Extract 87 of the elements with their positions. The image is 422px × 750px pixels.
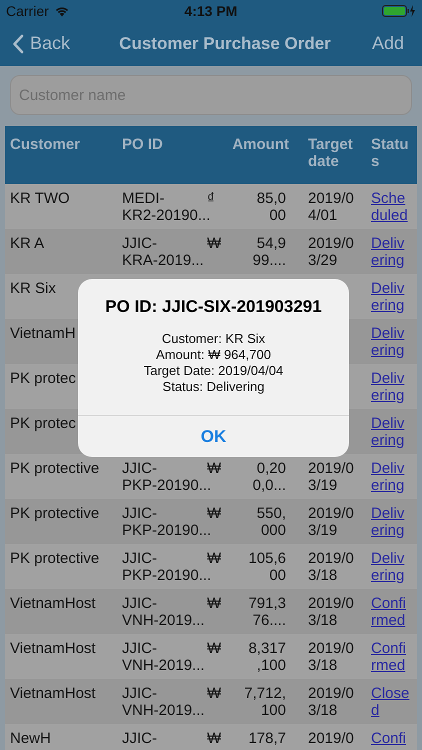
status-link[interactable]: Deliv ering (371, 280, 417, 314)
alert-message: Customer: KR Six (162, 331, 266, 347)
status-link[interactable]: Deliv ering (371, 550, 417, 584)
table-cell-text: 54,9 99.... (252, 235, 286, 269)
table-cell-text: ₩ (207, 685, 222, 702)
ok-button[interactable]: OK (78, 415, 349, 457)
status-link[interactable]: Deliv ering (371, 505, 417, 539)
table-cell-text: 2019/0 4/01 (308, 190, 355, 224)
table-cell-text: ₩ (207, 730, 222, 747)
table-cell-text: ₩ (207, 235, 222, 252)
status-link[interactable]: Confi rmed (371, 640, 417, 674)
table-cell-text: 178,7 (247, 730, 286, 747)
table-cell-text: 2019/0 3/18 (308, 595, 355, 629)
table-cell-text: ₩ (207, 640, 222, 657)
table-cell-text: ₩ (207, 595, 222, 612)
table-cell-text: PK protective (10, 460, 100, 477)
column-header[interactable]: Amount (223, 126, 293, 184)
table-cell-text: 2019/0 (308, 730, 355, 747)
table-cell-text: PK protec (10, 370, 77, 387)
table-cell-text: 550, 000 (256, 505, 286, 539)
table-cell: MEDI- KR2-20190... (122, 190, 207, 224)
table-cell-text: VietnamHost (10, 595, 97, 612)
table-cell-text: KR Six (10, 280, 57, 297)
column-header[interactable]: Customer (5, 126, 117, 184)
alert-title: PO ID: JJIC-SIX-201903291 (105, 297, 322, 317)
table-cell-text: ₩ (207, 460, 222, 477)
table-cell-text: JJIC- (122, 730, 158, 747)
table-cell-text: PK protective (10, 550, 100, 567)
chevron-icon[interactable] (12, 34, 24, 54)
table-row[interactable]: NewH JJIC- ₩ 178,7 2019/0 Confi (5, 724, 417, 750)
table-cell-text: ₩ (207, 505, 222, 522)
status-link[interactable]: Deliv ering (371, 415, 417, 449)
screen-title: Customer Purchase Order (118, 34, 332, 54)
alert-message: Status: Delivering (162, 379, 264, 395)
battery-icon (382, 4, 416, 16)
add-button[interactable]: Add (372, 33, 410, 54)
table-cell-text: JJIC- VNH-2019... (122, 685, 206, 719)
table-cell-text: 8,317 ,100 (247, 640, 286, 674)
table-cell-text: 0,20 0,0... (252, 460, 286, 494)
status-link[interactable]: Deliv ering (371, 370, 417, 404)
table-cell-text: JJIC- VNH-2019... (122, 640, 206, 674)
table-cell-text: 791,3 76.... (247, 595, 286, 629)
table-row[interactable]: PK protective JJIC- PKP-20190... ₩ 0,20 0,0... 2019/0 3/19 Deliv ering (5, 454, 417, 499)
wifi-icon (54, 4, 70, 16)
table-cell-text: 2019/0 3/19 (308, 505, 355, 539)
table-cell-text: 2019/0 3/18 (308, 550, 355, 584)
status-link[interactable]: Sche duled (371, 190, 417, 224)
table-cell-text: 2019/0 3/18 (308, 685, 355, 719)
table-cell-text: KR A (10, 235, 46, 252)
table-row[interactable]: KR TWO MEDI- KR2-20190... ₫ 85,0 00 2019/0 4/01 Sche duled (5, 184, 417, 229)
table-cell-text: VietnamHost (10, 640, 97, 657)
table-row[interactable]: KR A JJIC- KRA-2019... ₩ 54,9 99.... 2019/0 3/29 Deliv ering (5, 229, 417, 274)
table-cell-text: KR TWO (10, 190, 71, 207)
table-row[interactable]: PK protective JJIC- PKP-20190... ₩ 550, 000 2019/0 3/19 Deliv ering (5, 499, 417, 544)
table-cell-text: JJIC- VNH-2019... (122, 595, 206, 629)
table-cell-text: 7,712, 100 (243, 685, 286, 719)
alert-message: Amount: ₩ 964,700 (156, 347, 271, 363)
table-cell-text: ₩ (207, 550, 222, 567)
table-cell-text: PK protective (10, 505, 100, 522)
carrier-label: Carrier (6, 2, 49, 18)
table-cell-text: 105,6 00 (247, 550, 286, 584)
status-link[interactable]: Confi rmed (371, 595, 417, 629)
status-time: 4:13 PM (183, 2, 238, 18)
table-cell-text: VietnamHost (10, 685, 97, 702)
status-link[interactable]: Deliv ering (371, 325, 417, 359)
table-row[interactable]: VietnamHost JJIC- VNH-2019... ₩ 791,3 76.... 2019/0 3/18 Confi rmed (5, 589, 417, 634)
table-cell-text: 2019/0 3/29 (308, 235, 355, 269)
column-header[interactable]: Target date (293, 126, 367, 184)
table-row[interactable]: VietnamHost JJIC- VNH-2019... ₩ 7,712, 100 2019/0 3/18 Close d (5, 679, 417, 724)
table-cell-text: 2019/0 3/18 (308, 640, 355, 674)
status-link[interactable]: Close d (371, 685, 417, 719)
back-button[interactable]: Back (12, 33, 70, 54)
status-link[interactable]: Deliv ering (371, 460, 417, 494)
status-link[interactable]: Confi (371, 730, 417, 747)
table-cell-text: PK protec (10, 415, 77, 432)
column-header[interactable]: Statu s (367, 126, 417, 184)
alert-message: Target Date: 2019/04/04 (144, 363, 284, 379)
table-row[interactable]: VietnamHost JJIC- VNH-2019... ₩ 8,317 ,100 2019/0 3/18 Confi rmed (5, 634, 417, 679)
table-cell-text: 85,0 00 (256, 190, 286, 224)
table-cell-text: NewH (10, 730, 52, 747)
table-cell-text: 2019/0 3/19 (308, 460, 355, 494)
column-header[interactable]: PO ID (117, 126, 207, 184)
table-cell-text: ₫ (207, 190, 216, 207)
table-row[interactable]: PK protective JJIC- PKP-20190... ₩ 105,6 00 2019/0 3/18 Deliv ering (5, 544, 417, 589)
table-cell-text: JJIC- KRA-2019... (122, 235, 205, 269)
status-link[interactable]: Deliv ering (371, 235, 417, 269)
table-cell-text: VietnamH (10, 325, 77, 342)
